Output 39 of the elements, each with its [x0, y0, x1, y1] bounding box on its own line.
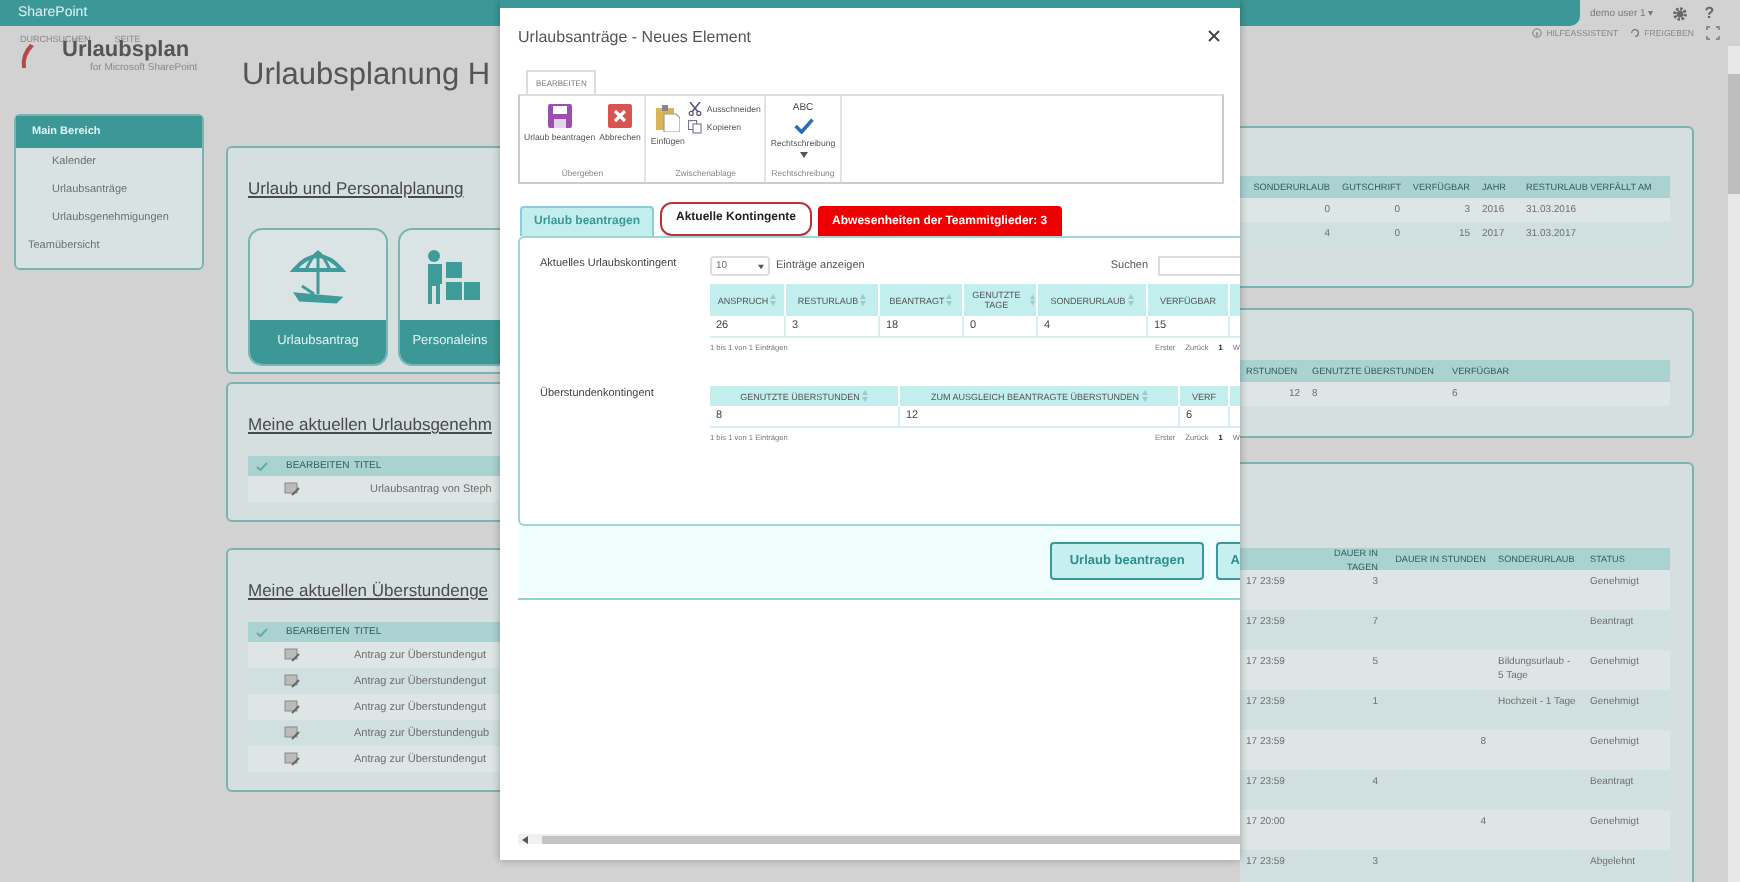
cancel-icon [608, 104, 632, 128]
horizontal-scrollbar[interactable] [518, 834, 1240, 844]
sort-icon [946, 294, 953, 306]
copy-icon [688, 120, 703, 134]
sort-icon [1127, 294, 1134, 306]
beach-umbrella-icon [288, 245, 348, 305]
info-icon [1532, 28, 1543, 38]
settings-icon[interactable] [1672, 5, 1689, 21]
edit-icon[interactable] [284, 752, 300, 766]
vertical-scrollbar[interactable] [1728, 46, 1740, 882]
logo-name: Urlaubsplan [62, 40, 192, 62]
page-title: Urlaubsplanung H [242, 58, 491, 94]
help-button[interactable]: ? [1704, 4, 1715, 22]
check-icon [793, 118, 813, 134]
card-title[interactable]: Meine aktuellen Urlaubsgenehm [248, 414, 492, 434]
close-icon[interactable] [1208, 30, 1220, 42]
edit-icon[interactable] [284, 700, 300, 714]
dialog-title: Urlaubsanträge - Neues Element [518, 27, 754, 45]
check-icon [256, 627, 268, 637]
scroll-left-icon[interactable] [522, 835, 528, 843]
card-title[interactable]: Urlaub und Personalplanung [248, 178, 464, 198]
edit-icon[interactable] [284, 726, 300, 740]
sort-icon [860, 294, 867, 306]
sort-icon [770, 294, 777, 306]
search-field[interactable] [1158, 256, 1240, 276]
sort-icon [1141, 390, 1147, 402]
sort-icon [861, 390, 868, 402]
scissors-icon [688, 102, 703, 116]
edit-icon[interactable] [284, 674, 300, 688]
edit-icon[interactable] [284, 648, 300, 662]
sort-icon [1030, 294, 1036, 306]
check-icon [256, 461, 268, 471]
share-icon [1630, 28, 1641, 38]
logo-swoosh-icon [18, 44, 34, 68]
edit-icon[interactable] [284, 482, 300, 496]
caret-icon [758, 263, 764, 269]
paste-icon [655, 104, 680, 132]
caret-icon[interactable] [799, 152, 807, 158]
card-title[interactable]: Meine aktuellen Überstundenge [248, 580, 489, 600]
